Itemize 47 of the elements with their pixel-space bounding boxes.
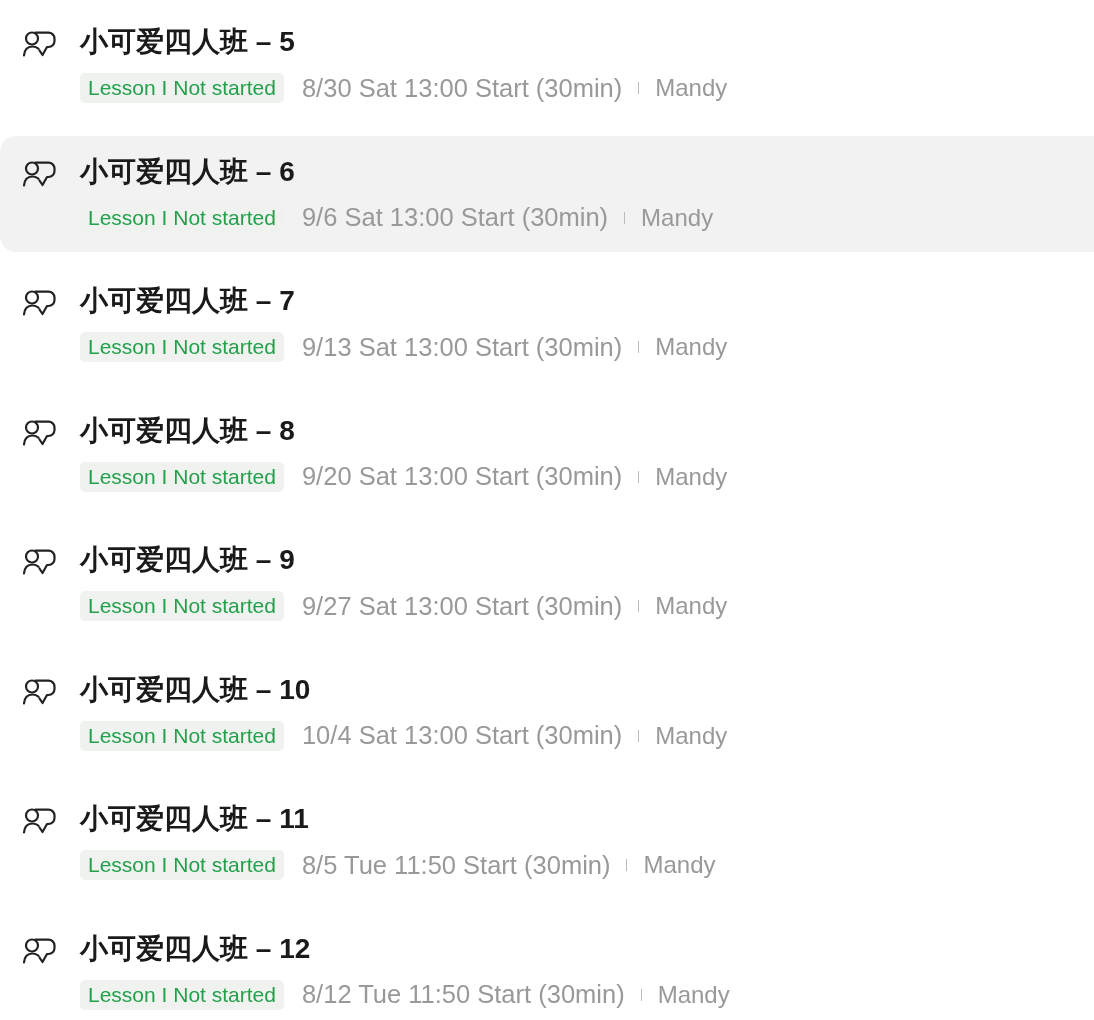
lesson-title: 小可爱四人班 – 11 <box>80 803 310 835</box>
teacher-name: Mandy <box>643 851 716 879</box>
status-badge: Lesson I Not started <box>80 720 284 751</box>
lesson-row[interactable]: 小可爱四人班 – 7 Lesson I Not started 9/13 Sat 13:00 Start (30min) Mandy <box>0 265 1094 381</box>
status-badge: Lesson I Not started <box>80 591 284 621</box>
lesson-title: 小可爱四人班 – 6 <box>80 155 296 188</box>
lesson-row[interactable]: 小可爱四人班 – 10 Lesson I Not started 10/4 Sat 13:00 Start (30min) Mandy <box>0 653 1094 770</box>
lesson-row[interactable]: 小可爱四人班 – 8 Lesson I Not started 9/20 Sat 13:00 Start (30min) Mandy <box>0 394 1094 511</box>
lesson-title: 小可爱四人班 – 12 <box>80 932 312 965</box>
lesson-row[interactable]: 小可爱四人班 – 12 Lesson I Not started 8/12 Tue 11:50 Start (30min) Mandy <box>0 912 1094 1020</box>
group-chat-icon <box>22 289 57 316</box>
group-chat-icon <box>22 807 57 834</box>
teacher-name: Mandy <box>655 721 728 750</box>
teacher-name: Mandy <box>655 592 728 620</box>
group-chat-icon <box>22 418 57 446</box>
schedule-text: 10/4 Sat 13:00 Start (30min) <box>301 721 623 750</box>
schedule-text: 8/12 Tue 11:50 Start (30min) <box>301 980 625 1009</box>
lesson-title: 小可爱四人班 – 8 <box>80 414 296 447</box>
lesson-row[interactable]: 小可爱四人班 – 5 Lesson I Not started 8/30 Sat 13:00 Start (30min) Mandy <box>0 6 1094 122</box>
teacher-name: Mandy <box>655 333 728 361</box>
schedule-text: 8/5 Tue 11:50 Start (30min) <box>301 850 611 880</box>
group-chat-icon <box>22 30 57 57</box>
schedule-text: 9/13 Sat 13:00 Start (30min) <box>301 332 623 362</box>
status-badge: Lesson I Not started <box>80 332 284 362</box>
teacher-name: Mandy <box>657 980 730 1009</box>
status-badge: Lesson I Not started <box>80 73 284 103</box>
status-badge: Lesson I Not started <box>80 461 284 492</box>
teacher-name: Mandy <box>641 203 714 232</box>
status-badge: Lesson I Not started <box>80 850 284 880</box>
status-badge: Lesson I Not started <box>80 979 284 1010</box>
lesson-title: 小可爱四人班 – 5 <box>80 26 296 58</box>
lesson-row[interactable]: 小可爱四人班 – 9 Lesson I Not started 9/27 Sat 13:00 Start (30min) Mandy <box>0 524 1094 640</box>
lesson-row[interactable]: 小可爱四人班 – 11 Lesson I Not started 8/5 Tue 11:50 Start (30min) Mandy <box>0 783 1094 899</box>
schedule-text: 8/30 Sat 13:00 Start (30min) <box>301 73 623 103</box>
group-chat-icon <box>22 677 57 705</box>
lesson-title: 小可爱四人班 – 10 <box>80 673 312 706</box>
lesson-title: 小可爱四人班 – 7 <box>80 285 296 317</box>
schedule-text: 9/6 Sat 13:00 Start (30min) <box>301 203 609 232</box>
group-chat-icon <box>22 159 57 187</box>
teacher-name: Mandy <box>655 74 728 102</box>
group-chat-icon <box>22 548 57 575</box>
schedule-text: 9/20 Sat 13:00 Start (30min) <box>301 462 623 491</box>
lesson-row[interactable]: 小可爱四人班 – 6 Lesson I Not started 9/6 Sat 13:00 Start (30min) Mandy <box>0 135 1094 252</box>
lesson-title: 小可爱四人班 – 9 <box>80 544 296 576</box>
group-chat-icon <box>22 936 57 964</box>
teacher-name: Mandy <box>655 462 728 491</box>
schedule-text: 9/27 Sat 13:00 Start (30min) <box>301 591 623 621</box>
